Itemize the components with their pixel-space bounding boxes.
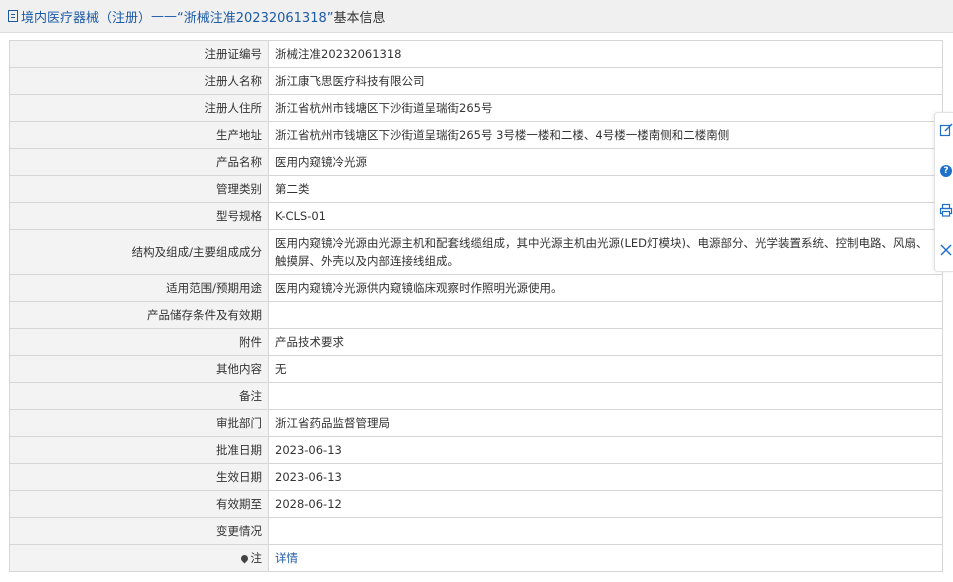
table-row: 其他内容 无 [9,355,943,383]
row-label: 注册人住所 [9,94,269,122]
row-value: 2023-06-13 [268,463,943,491]
row-value: 浙江省杭州市钱塘区下沙街道呈瑞街265号 [268,94,943,122]
row-value: 浙江省药品监督管理局 [268,409,943,437]
note-label-cell: 注 [9,544,269,572]
row-label: 型号规格 [9,202,269,230]
edit-icon-svg [939,123,953,137]
table-row: 批准日期 2023-06-13 [9,436,943,464]
pin-icon [239,553,249,564]
table-row: 变更情况 [9,517,943,545]
table-row: 产品储存条件及有效期 [9,301,943,329]
row-label: 批准日期 [9,436,269,464]
header-registration-number: “浙械注准20232061318” [177,10,334,26]
table-row: 审批部门 浙江省药品监督管理局 [9,409,943,437]
row-label: 生产地址 [9,121,269,149]
row-value: 无 [268,355,943,383]
document-icon [8,10,18,22]
row-label: 注册证编号 [9,40,269,68]
help-icon[interactable]: ? [939,163,953,177]
row-value [268,382,943,410]
row-value: K-CLS-01 [268,202,943,230]
row-value: 浙械注准20232061318 [268,40,943,68]
row-value: 2028-06-12 [268,490,943,518]
table-row: 生效日期 2023-06-13 [9,463,943,491]
row-label: 备注 [9,382,269,410]
table-row: 注册人名称 浙江康飞思医疗科技有限公司 [9,67,943,95]
table-row: 有效期至 2028-06-12 [9,490,943,518]
row-value: 2023-06-13 [268,436,943,464]
print-icon[interactable] [939,203,953,217]
row-value: 医用内窥镜冷光源 [268,148,943,176]
row-label: 有效期至 [9,490,269,518]
close-icon[interactable] [939,243,953,257]
row-value: 产品技术要求 [268,328,943,356]
row-label: 管理类别 [9,175,269,203]
header-separator: —— [151,8,178,24]
side-toolbar: ? [934,112,953,272]
row-value: 医用内窥镜冷光源由光源主机和配套线缆组成，其中光源主机由光源(LED灯模块)、电… [268,229,943,275]
help-glyph: ? [940,165,952,177]
row-label: 注 [250,551,263,565]
table-row: 管理类别 第二类 [9,175,943,203]
row-label: 适用范围/预期用途 [9,274,269,302]
row-label: 产品储存条件及有效期 [9,301,269,329]
table-row: 注册证编号 浙械注准20232061318 [9,40,943,68]
edit-icon[interactable] [939,123,953,137]
row-value: 第二类 [268,175,943,203]
table-row: 注 详情 [9,544,943,572]
table-row: 生产地址 浙江省杭州市钱塘区下沙街道呈瑞街265号 3号楼一楼和二楼、4号楼一楼… [9,121,943,149]
row-value [268,517,943,545]
close-icon-svg [940,244,952,256]
row-value: 医用内窥镜冷光源供内窥镜临床观察时作照明光源使用。 [268,274,943,302]
print-icon-svg [939,203,953,217]
row-label: 其他内容 [9,355,269,383]
header-suffix: 基本信息 [333,10,386,26]
table-row: 产品名称 医用内窥镜冷光源 [9,148,943,176]
row-label: 附件 [9,328,269,356]
row-value: 浙江康飞思医疗科技有限公司 [268,67,943,95]
table-row: 注册人住所 浙江省杭州市钱塘区下沙街道呈瑞街265号 [9,94,943,122]
row-value [268,301,943,329]
table-row: 备注 [9,382,943,410]
table-row: 型号规格 K-CLS-01 [9,202,943,230]
row-label: 注册人名称 [9,67,269,95]
table-row: 适用范围/预期用途 医用内窥镜冷光源供内窥镜临床观察时作照明光源使用。 [9,274,943,302]
table-row: 附件 产品技术要求 [9,328,943,356]
row-value: 浙江省杭州市钱塘区下沙街道呈瑞街265号 3号楼一楼和二楼、4号楼一楼南侧和二楼… [268,121,943,149]
header-category: 境内医疗器械（注册） [21,10,152,26]
details-link[interactable]: 详情 [275,551,298,565]
note-value-cell: 详情 [268,544,943,572]
row-label: 变更情况 [9,517,269,545]
info-table: 注册证编号 浙械注准20232061318 注册人名称 浙江康飞思医疗科技有限公… [9,40,943,572]
page-header: 境内医疗器械（注册） —— “浙械注准20232061318” 基本信息 [0,0,953,33]
row-label: 审批部门 [9,409,269,437]
row-label: 生效日期 [9,463,269,491]
row-label: 产品名称 [9,148,269,176]
row-label: 结构及组成/主要组成成分 [9,229,269,275]
table-row: 结构及组成/主要组成成分 医用内窥镜冷光源由光源主机和配套线缆组成，其中光源主机… [9,229,943,275]
